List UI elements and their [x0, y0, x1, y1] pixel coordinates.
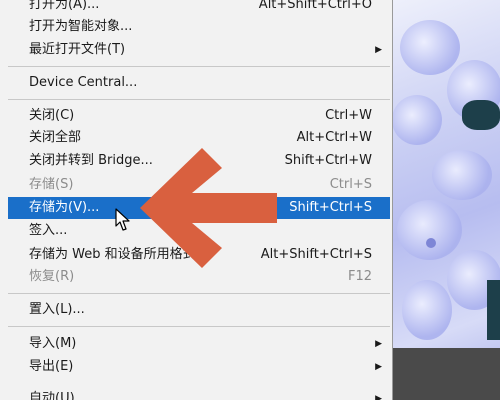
menu-item-label: 置入(L)...: [29, 302, 85, 317]
menu-item-open-as[interactable]: 打开为(A)... Alt+Shift+Ctrl+O: [8, 0, 390, 16]
photo-shadow: [487, 280, 500, 340]
menu-item-shortcut: Ctrl+S: [329, 177, 372, 192]
menu-item-label: 签入...: [29, 223, 68, 238]
menu-item-recent-files[interactable]: 最近打开文件(T) ▶: [8, 39, 390, 61]
menu-item-label: 存储为(V)...: [29, 200, 100, 215]
menu-item-label: Device Central...: [29, 75, 138, 90]
menu-item-label: 打开为智能对象...: [29, 19, 133, 34]
flower-petal: [402, 280, 452, 340]
menu-item-shortcut: Ctrl+W: [325, 108, 372, 123]
canvas-background: [392, 348, 500, 400]
menu-item-label: 存储(S): [29, 177, 74, 192]
menu-item-label: 关闭(C): [29, 108, 75, 123]
menu-item-shortcut: Alt+Shift+Ctrl+O: [258, 0, 372, 12]
screenshot-stage: 打开为(A)... Alt+Shift+Ctrl+O 打开为智能对象... 最近…: [0, 0, 500, 400]
menu-separator: [8, 293, 390, 294]
document-canvas[interactable]: [392, 0, 500, 400]
triangle-right-icon: ▶: [375, 45, 382, 55]
menu-item-device-central[interactable]: Device Central...: [8, 72, 390, 94]
mouse-pointer-icon: [115, 208, 130, 231]
triangle-right-icon: ▶: [375, 362, 382, 372]
menu-item-label: 关闭并转到 Bridge...: [29, 153, 153, 168]
menu-item-export[interactable]: 导出(E) ▶: [8, 356, 390, 378]
menu-item-automate[interactable]: 自动(U) ▶: [8, 388, 390, 400]
menu-item-shortcut: Shift+Ctrl+S: [289, 200, 372, 215]
triangle-right-icon: ▶: [375, 394, 382, 400]
menu-separator: [8, 326, 390, 327]
menu-separator: [8, 66, 390, 67]
triangle-right-icon: ▶: [375, 339, 382, 349]
menu-item-label: 关闭全部: [29, 130, 82, 145]
menu-item-shortcut: Alt+Ctrl+W: [296, 130, 372, 145]
flower-petal: [397, 200, 462, 260]
flower-petal: [400, 20, 460, 75]
menu-item-label: 导入(M): [29, 336, 77, 351]
menu-item-label: 恢复(R): [29, 269, 75, 284]
menu-item-label: 最近打开文件(T): [29, 42, 126, 57]
flower-center: [426, 238, 436, 248]
photo-shadow: [462, 100, 500, 130]
menu-item-label: 打开为(A)...: [29, 0, 100, 12]
flower-petal: [392, 95, 442, 145]
menu-item-shortcut: Shift+Ctrl+W: [284, 153, 372, 168]
flower-petal: [432, 150, 492, 200]
menu-separator: [8, 99, 390, 100]
menu-item-open-as-smart-object[interactable]: 打开为智能对象...: [8, 16, 390, 38]
menu-item-shortcut: F12: [347, 269, 372, 284]
menu-item-place[interactable]: 置入(L)...: [8, 299, 390, 321]
menu-item-label: 导出(E): [29, 359, 74, 374]
arrow-left-icon: [140, 148, 277, 268]
menu-item-close-all[interactable]: 关闭全部 Alt+Ctrl+W: [8, 127, 390, 149]
menu-item-import[interactable]: 导入(M) ▶: [8, 333, 390, 355]
menu-item-close[interactable]: 关闭(C) Ctrl+W: [8, 105, 390, 127]
menu-item-label: 自动(U): [29, 391, 75, 400]
menu-item-revert[interactable]: 恢复(R) F12: [8, 266, 390, 288]
